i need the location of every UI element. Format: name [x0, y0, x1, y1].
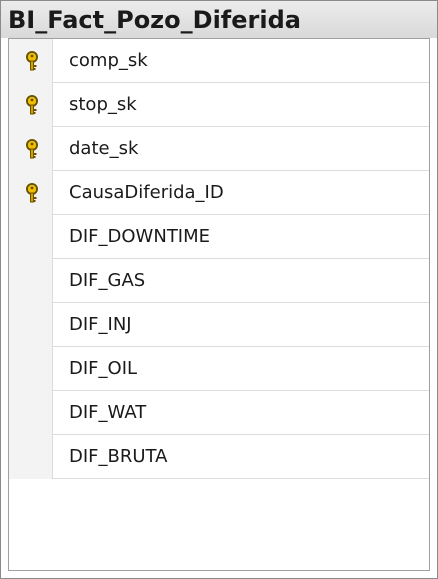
column-row-dif-downtime[interactable]: DIF_DOWNTIME [9, 215, 429, 259]
column-row-dif-gas[interactable]: DIF_GAS [9, 259, 429, 303]
key-icon [26, 183, 38, 203]
column-row-dif-bruta[interactable]: DIF_BRUTA [9, 435, 429, 479]
table-title-bar[interactable]: BI_Fact_Pozo_Diferida [1, 1, 437, 38]
row-selector[interactable] [9, 259, 53, 303]
key-icon [26, 139, 38, 159]
row-selector[interactable] [9, 215, 53, 259]
column-name: stop_sk [69, 94, 137, 115]
row-selector[interactable] [9, 83, 53, 127]
table-window[interactable]: BI_Fact_Pozo_Diferida comp_sk stop_sk da… [0, 0, 438, 579]
column-name: DIF_GAS [69, 270, 146, 291]
key-icon [26, 51, 38, 71]
column-row-comp-sk[interactable]: comp_sk [9, 39, 429, 83]
column-name: DIF_WAT [69, 402, 147, 423]
row-selector[interactable] [9, 435, 53, 479]
column-name: DIF_BRUTA [69, 446, 168, 467]
column-row-date-sk[interactable]: date_sk [9, 127, 429, 171]
column-name: DIF_INJ [69, 314, 132, 335]
column-row-stop-sk[interactable]: stop_sk [9, 83, 429, 127]
column-name: CausaDiferida_ID [69, 182, 224, 203]
column-name: date_sk [69, 138, 139, 159]
column-row-dif-wat[interactable]: DIF_WAT [9, 391, 429, 435]
column-row-causadiferida-id[interactable]: CausaDiferida_ID [9, 171, 429, 215]
column-name: comp_sk [69, 50, 148, 71]
row-selector[interactable] [9, 303, 53, 347]
row-selector[interactable] [9, 347, 53, 391]
column-name: DIF_DOWNTIME [69, 226, 211, 247]
column-list[interactable]: comp_sk stop_sk date_sk CausaDiferida_ID… [8, 38, 430, 571]
key-icon [26, 95, 38, 115]
row-selector[interactable] [9, 39, 53, 83]
row-selector[interactable] [9, 127, 53, 171]
column-row-dif-inj[interactable]: DIF_INJ [9, 303, 429, 347]
table-title: BI_Fact_Pozo_Diferida [8, 6, 301, 34]
column-row-dif-oil[interactable]: DIF_OIL [9, 347, 429, 391]
row-selector[interactable] [9, 171, 53, 215]
column-name: DIF_OIL [69, 358, 138, 379]
row-selector[interactable] [9, 391, 53, 435]
